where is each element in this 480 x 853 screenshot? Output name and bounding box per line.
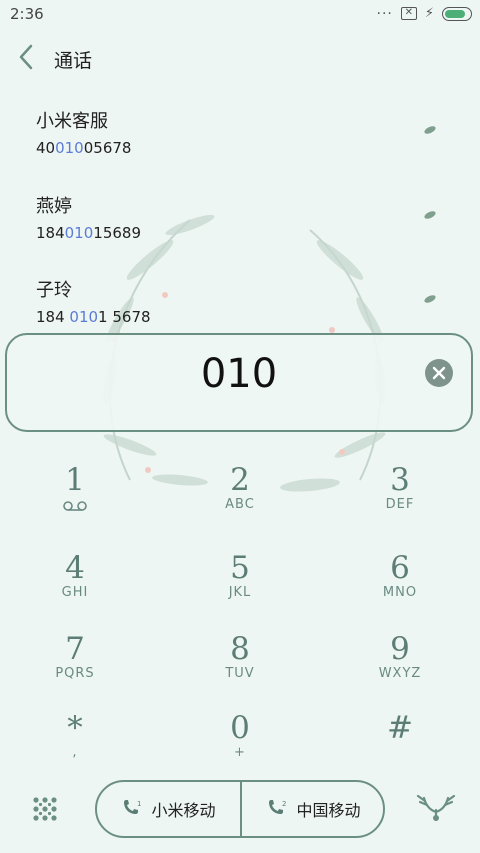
key-digit: 1 <box>65 462 85 498</box>
voicemail-icon <box>63 501 87 511</box>
bottom-bar: 1 小米移动 2 中国移动 <box>0 770 480 850</box>
key-digit: * <box>67 710 83 746</box>
key-letters: DEF <box>385 497 415 512</box>
key-letters: MNO <box>382 585 418 600</box>
key-letters: , <box>72 745 78 760</box>
key-letters: WXYZ <box>378 666 422 681</box>
number-prefix: 184 <box>36 308 70 326</box>
key-letters: ABC <box>225 497 255 512</box>
key-digit: 8 <box>230 631 250 667</box>
battery-fill <box>445 9 465 18</box>
key-3[interactable]: 3 DEF <box>330 463 470 533</box>
key-digit: 6 <box>390 550 410 586</box>
contact-number: 18401015689 <box>36 224 456 242</box>
battery-icon <box>442 6 472 21</box>
key-digit: 2 <box>230 462 250 498</box>
call-button-group: 1 小米移动 2 中国移动 <box>95 780 385 838</box>
key-5[interactable]: 5 JKL <box>170 551 310 621</box>
key-digit: # <box>387 710 413 746</box>
dialed-number: 010 <box>200 351 278 397</box>
dialpad-grid-icon[interactable] <box>32 796 58 822</box>
contact-name: 小米客服 <box>36 111 108 132</box>
contact-name: 燕婷 <box>36 196 72 217</box>
sim-missing-icon: ✕ <box>400 7 417 20</box>
key-digit: 7 <box>65 631 85 667</box>
key-letters: JKL <box>228 585 252 600</box>
number-prefix: 184 <box>36 224 65 242</box>
antler-icon[interactable] <box>414 794 458 824</box>
call-sim2-button[interactable]: 2 中国移动 <box>242 782 385 836</box>
contact-name: 子玲 <box>36 280 72 301</box>
status-bar: 2:36 ··· ✕ ⚡ <box>0 0 480 28</box>
key-digit: 9 <box>390 631 410 667</box>
leaf-icon <box>424 126 436 134</box>
leaf-icon <box>424 211 436 219</box>
more-dots-icon: ··· <box>376 5 393 22</box>
phone-sim2-icon: 2 <box>269 800 287 814</box>
list-item[interactable]: 燕婷 18401015689 <box>36 192 456 246</box>
sim-number: 2 <box>282 800 286 808</box>
back-arrow-icon[interactable] <box>14 42 40 72</box>
number-match: 010 <box>64 224 94 242</box>
clear-input-icon[interactable] <box>425 359 453 387</box>
status-time: 2:36 <box>10 5 44 23</box>
key-letters: + <box>234 745 246 760</box>
status-icons: ··· ✕ ⚡ <box>376 5 472 22</box>
key-1[interactable]: 1 <box>5 463 145 533</box>
call-sim1-label: 小米移动 <box>151 801 216 820</box>
number-prefix: 40 <box>36 139 56 157</box>
page-title: 通话 <box>54 50 93 72</box>
key-letters: PQRS <box>55 666 95 681</box>
contact-number: 184 0101 5678 <box>36 308 456 326</box>
dial-input-panel[interactable]: 010 <box>5 333 473 432</box>
key-2[interactable]: 2 ABC <box>170 463 310 533</box>
key-digit: 5 <box>230 550 250 586</box>
key-9[interactable]: 9 WXYZ <box>330 632 470 702</box>
key-8[interactable]: 8 TUV <box>170 632 310 702</box>
call-sim1-button[interactable]: 1 小米移动 <box>97 782 240 836</box>
key-7[interactable]: 7 PQRS <box>5 632 145 702</box>
number-suffix: 15689 <box>93 224 141 242</box>
header: 通话 <box>0 36 480 80</box>
call-sim2-label: 中国移动 <box>296 801 361 820</box>
number-suffix: 1 5678 <box>98 308 151 326</box>
phone-sim1-icon: 1 <box>124 800 142 814</box>
key-digit: 4 <box>65 550 85 586</box>
number-match: 010 <box>69 308 99 326</box>
leaf-icon <box>424 295 436 303</box>
key-letters: TUV <box>225 666 255 681</box>
key-digit: 0 <box>230 710 250 746</box>
key-letters: GHI <box>61 585 89 600</box>
key-6[interactable]: 6 MNO <box>330 551 470 621</box>
sim-number: 1 <box>137 800 141 808</box>
key-digit: 3 <box>390 462 410 498</box>
list-item[interactable]: 子玲 184 0101 5678 <box>36 276 456 330</box>
number-suffix: 05678 <box>83 139 132 157</box>
key-4[interactable]: 4 GHI <box>5 551 145 621</box>
number-match: 010 <box>55 139 84 157</box>
list-item[interactable]: 小米客服 4001005678 <box>36 107 456 161</box>
charging-bolt-icon: ⚡ <box>424 6 434 21</box>
contact-number: 4001005678 <box>36 139 456 157</box>
